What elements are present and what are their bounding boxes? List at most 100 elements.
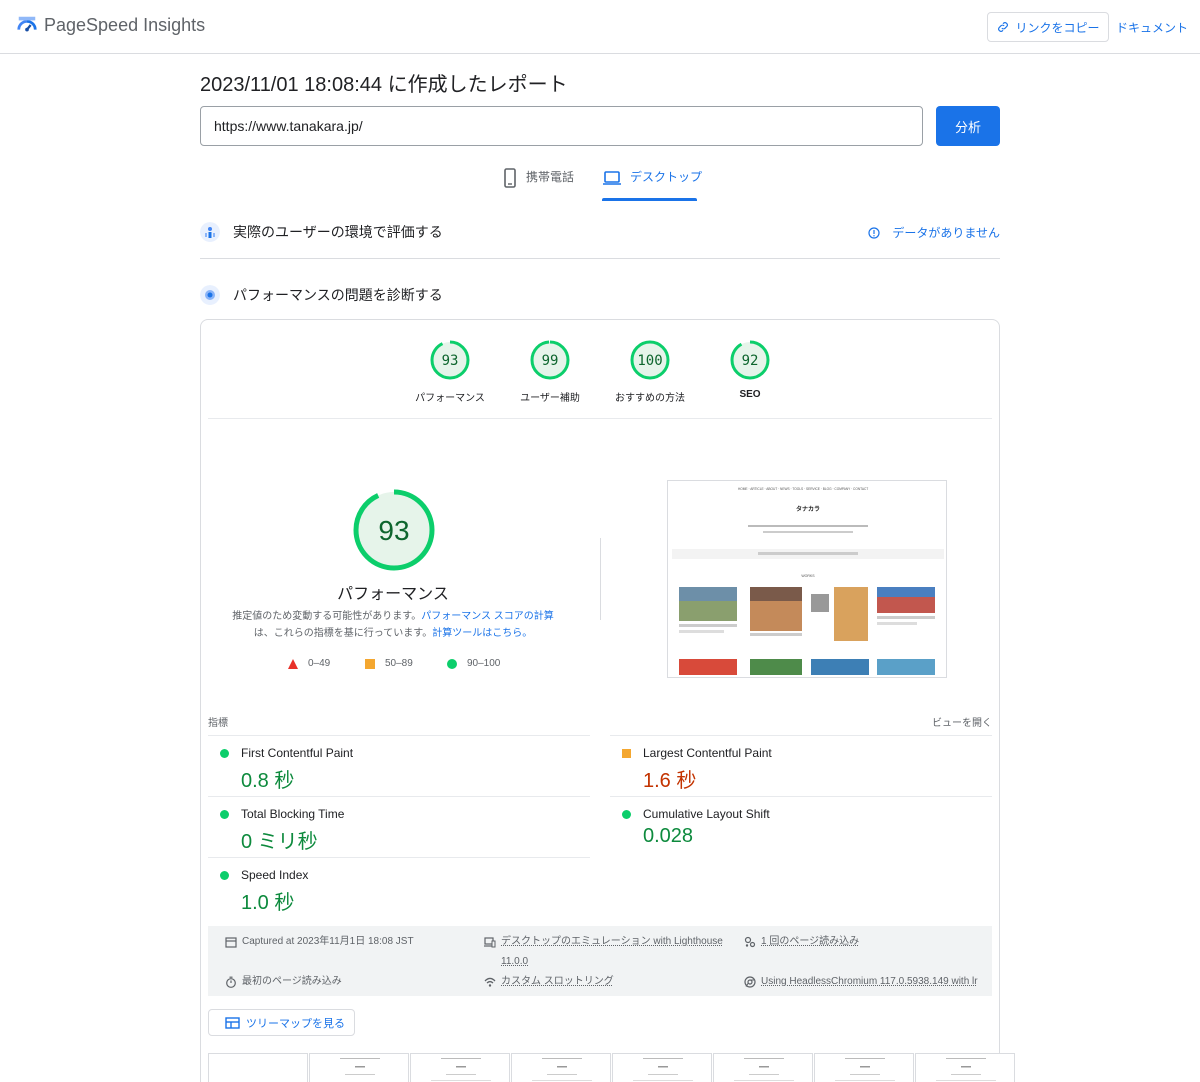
pagespeed-logo-icon xyxy=(17,16,37,32)
app-logo[interactable]: PageSpeed Insights xyxy=(16,14,205,36)
emulation-text: デスクトップのエミュレーション with Lighthouse 11.0.0 xyxy=(501,932,723,972)
metric-lcp: Largest Contentful Paint 1.6 秒 xyxy=(610,735,992,796)
captured-text: Captured at 2023年11月1日 18:08 JST xyxy=(242,936,414,947)
legend-range: 90–100 xyxy=(467,658,501,669)
analyze-button[interactable]: 分析 xyxy=(936,106,1000,146)
gauge-ring: 100 xyxy=(630,340,670,380)
score-label: おすすめの方法 xyxy=(615,393,685,404)
performance-big-gauge: 93 xyxy=(353,489,435,571)
legend-pass: 90–100 xyxy=(447,658,500,669)
thumb-site-title: タナカラ xyxy=(796,505,820,513)
metric-tbt: Total Blocking Time 0 ミリ秒 xyxy=(208,796,590,857)
first-load-info: 最初のページ読み込み xyxy=(225,972,342,992)
pass-circle-icon xyxy=(220,871,229,880)
report-title: 2023/11/01 18:08:44 に作成したレポート xyxy=(200,74,568,96)
tab-mobile[interactable]: 携帯電話 xyxy=(502,168,574,202)
gauge-ring: 92 xyxy=(730,340,770,380)
docs-link[interactable]: ドキュメント xyxy=(1116,19,1188,36)
browser-info[interactable]: Using HeadlessChromium 117.0.5938.149 wi… xyxy=(744,972,978,992)
app-title: PageSpeed Insights xyxy=(44,14,206,35)
lab-data-section: パフォーマンスの問題を診断する xyxy=(200,280,1000,310)
green-circle-icon xyxy=(447,658,457,669)
performance-label: パフォーマンス xyxy=(337,586,449,603)
no-data-label: データがありません xyxy=(892,226,1000,240)
gauges-divider xyxy=(208,418,992,419)
metric-value: 0 ミリ秒 xyxy=(241,831,318,853)
filmstrip-frame xyxy=(309,1053,409,1082)
filmstrip-frame xyxy=(612,1053,712,1082)
view-treemap-button[interactable]: ツリーマップを見る xyxy=(208,1009,355,1036)
gauge-screenshot-separator xyxy=(600,538,601,620)
filmstrip xyxy=(208,1053,1018,1082)
score-gauge-accessibility[interactable]: 99 ユーザー補助 xyxy=(500,339,600,404)
wifi-icon xyxy=(484,977,496,987)
score-label: ユーザー補助 xyxy=(520,393,580,404)
tab-desktop-label: デスクトップ xyxy=(630,170,703,184)
desc-prefix: 推定値のため変動する可能性があります。 xyxy=(232,611,422,622)
gauge-ring: 93 xyxy=(430,340,470,380)
legend-range: 0–49 xyxy=(308,658,331,669)
score-value: 92 xyxy=(742,353,759,369)
tab-desktop[interactable]: デスクトップ xyxy=(602,168,702,202)
copy-link-label: リンクをコピー xyxy=(1015,20,1100,35)
final-screenshot[interactable]: HOME · ARTICLE · ABOUT · NEWS · TOOLS · … xyxy=(667,480,947,678)
thumb-section-label: WORKS xyxy=(801,574,815,578)
expand-view-toggle[interactable]: ビューを開く xyxy=(932,714,992,729)
red-triangle-icon xyxy=(288,658,298,669)
no-data-status[interactable]: データがありません xyxy=(868,224,1000,241)
laptop-icon xyxy=(603,171,621,185)
pass-circle-icon xyxy=(220,749,229,758)
emulation-line2: 11.0.0 xyxy=(501,956,529,967)
metric-name: Speed Index xyxy=(241,868,309,882)
orange-square-icon xyxy=(365,658,375,669)
users-icon xyxy=(200,222,220,242)
performance-description: 推定値のため変動する可能性があります。パフォーマンス スコアの計算 は、これらの… xyxy=(222,608,564,642)
tab-mobile-label: 携帯電話 xyxy=(526,170,575,184)
metric-value: 0.8 秒 xyxy=(241,770,295,792)
page-loads-info[interactable]: 1 回のページ読み込み xyxy=(744,932,859,952)
pass-circle-icon xyxy=(622,810,631,819)
metric-value: 1.0 秒 xyxy=(241,892,295,914)
score-gauge-seo[interactable]: 92 SEO xyxy=(700,339,800,400)
score-label: SEO xyxy=(739,389,761,400)
phone-icon xyxy=(504,168,516,188)
metric-cls: Cumulative Layout Shift 0.028 xyxy=(610,796,992,857)
emulation-line1: デスクトップのエミュレーション with Lighthouse xyxy=(501,936,723,947)
throttling-info[interactable]: カスタム スロットリング xyxy=(484,972,614,992)
metric-fcp: First Contentful Paint 0.8 秒 xyxy=(208,735,590,796)
metric-value: 1.6 秒 xyxy=(643,770,697,792)
score-value: 99 xyxy=(542,353,559,369)
page-loads-text: 1 回のページ読み込み xyxy=(761,936,860,947)
devices-icon xyxy=(484,937,496,948)
active-tab-indicator xyxy=(602,198,697,201)
info-icon xyxy=(868,226,880,239)
metric-si: Speed Index 1.0 秒 xyxy=(208,857,590,918)
link-icon xyxy=(998,22,1009,32)
performance-score-value: 93 xyxy=(378,515,409,546)
metric-name: Cumulative Layout Shift xyxy=(643,807,770,821)
metric-value: 0.028 xyxy=(643,825,694,847)
score-gauge-performance[interactable]: 93 パフォーマンス xyxy=(400,339,500,404)
field-data-section: 実際のユーザーの環境で評価する データがありません xyxy=(200,217,1000,247)
captured-info: Captured at 2023年11月1日 18:08 JST xyxy=(225,932,414,952)
score-gauge-best-practices[interactable]: 100 おすすめの方法 xyxy=(600,339,700,404)
chrome-icon xyxy=(744,976,756,988)
timer-icon xyxy=(226,976,236,988)
emulation-info[interactable]: デスクトップのエミュレーション with Lighthouse 11.0.0 xyxy=(484,932,734,972)
multi-load-icon xyxy=(744,936,756,948)
filmstrip-frame xyxy=(208,1053,308,1082)
pass-circle-icon xyxy=(220,810,229,819)
diagnose-icon xyxy=(200,285,220,305)
copy-link-button[interactable]: リンクをコピー xyxy=(987,12,1109,42)
score-value: 93 xyxy=(442,353,459,369)
score-label: パフォーマンス xyxy=(415,393,485,404)
thumb-nav: HOME · ARTICLE · ABOUT · NEWS · TOOLS · … xyxy=(738,487,868,491)
filmstrip-frame xyxy=(814,1053,914,1082)
top-app-bar: PageSpeed Insights リンクをコピー ドキュメント xyxy=(0,0,1200,54)
metric-name: Total Blocking Time xyxy=(241,807,345,821)
treemap-icon xyxy=(225,1016,240,1029)
score-calc-link[interactable]: パフォーマンス スコアの計算 xyxy=(421,611,554,622)
url-input[interactable] xyxy=(200,106,923,146)
calendar-icon xyxy=(225,937,237,948)
calculator-link[interactable]: 計算ツールはこちら。 xyxy=(432,628,532,639)
